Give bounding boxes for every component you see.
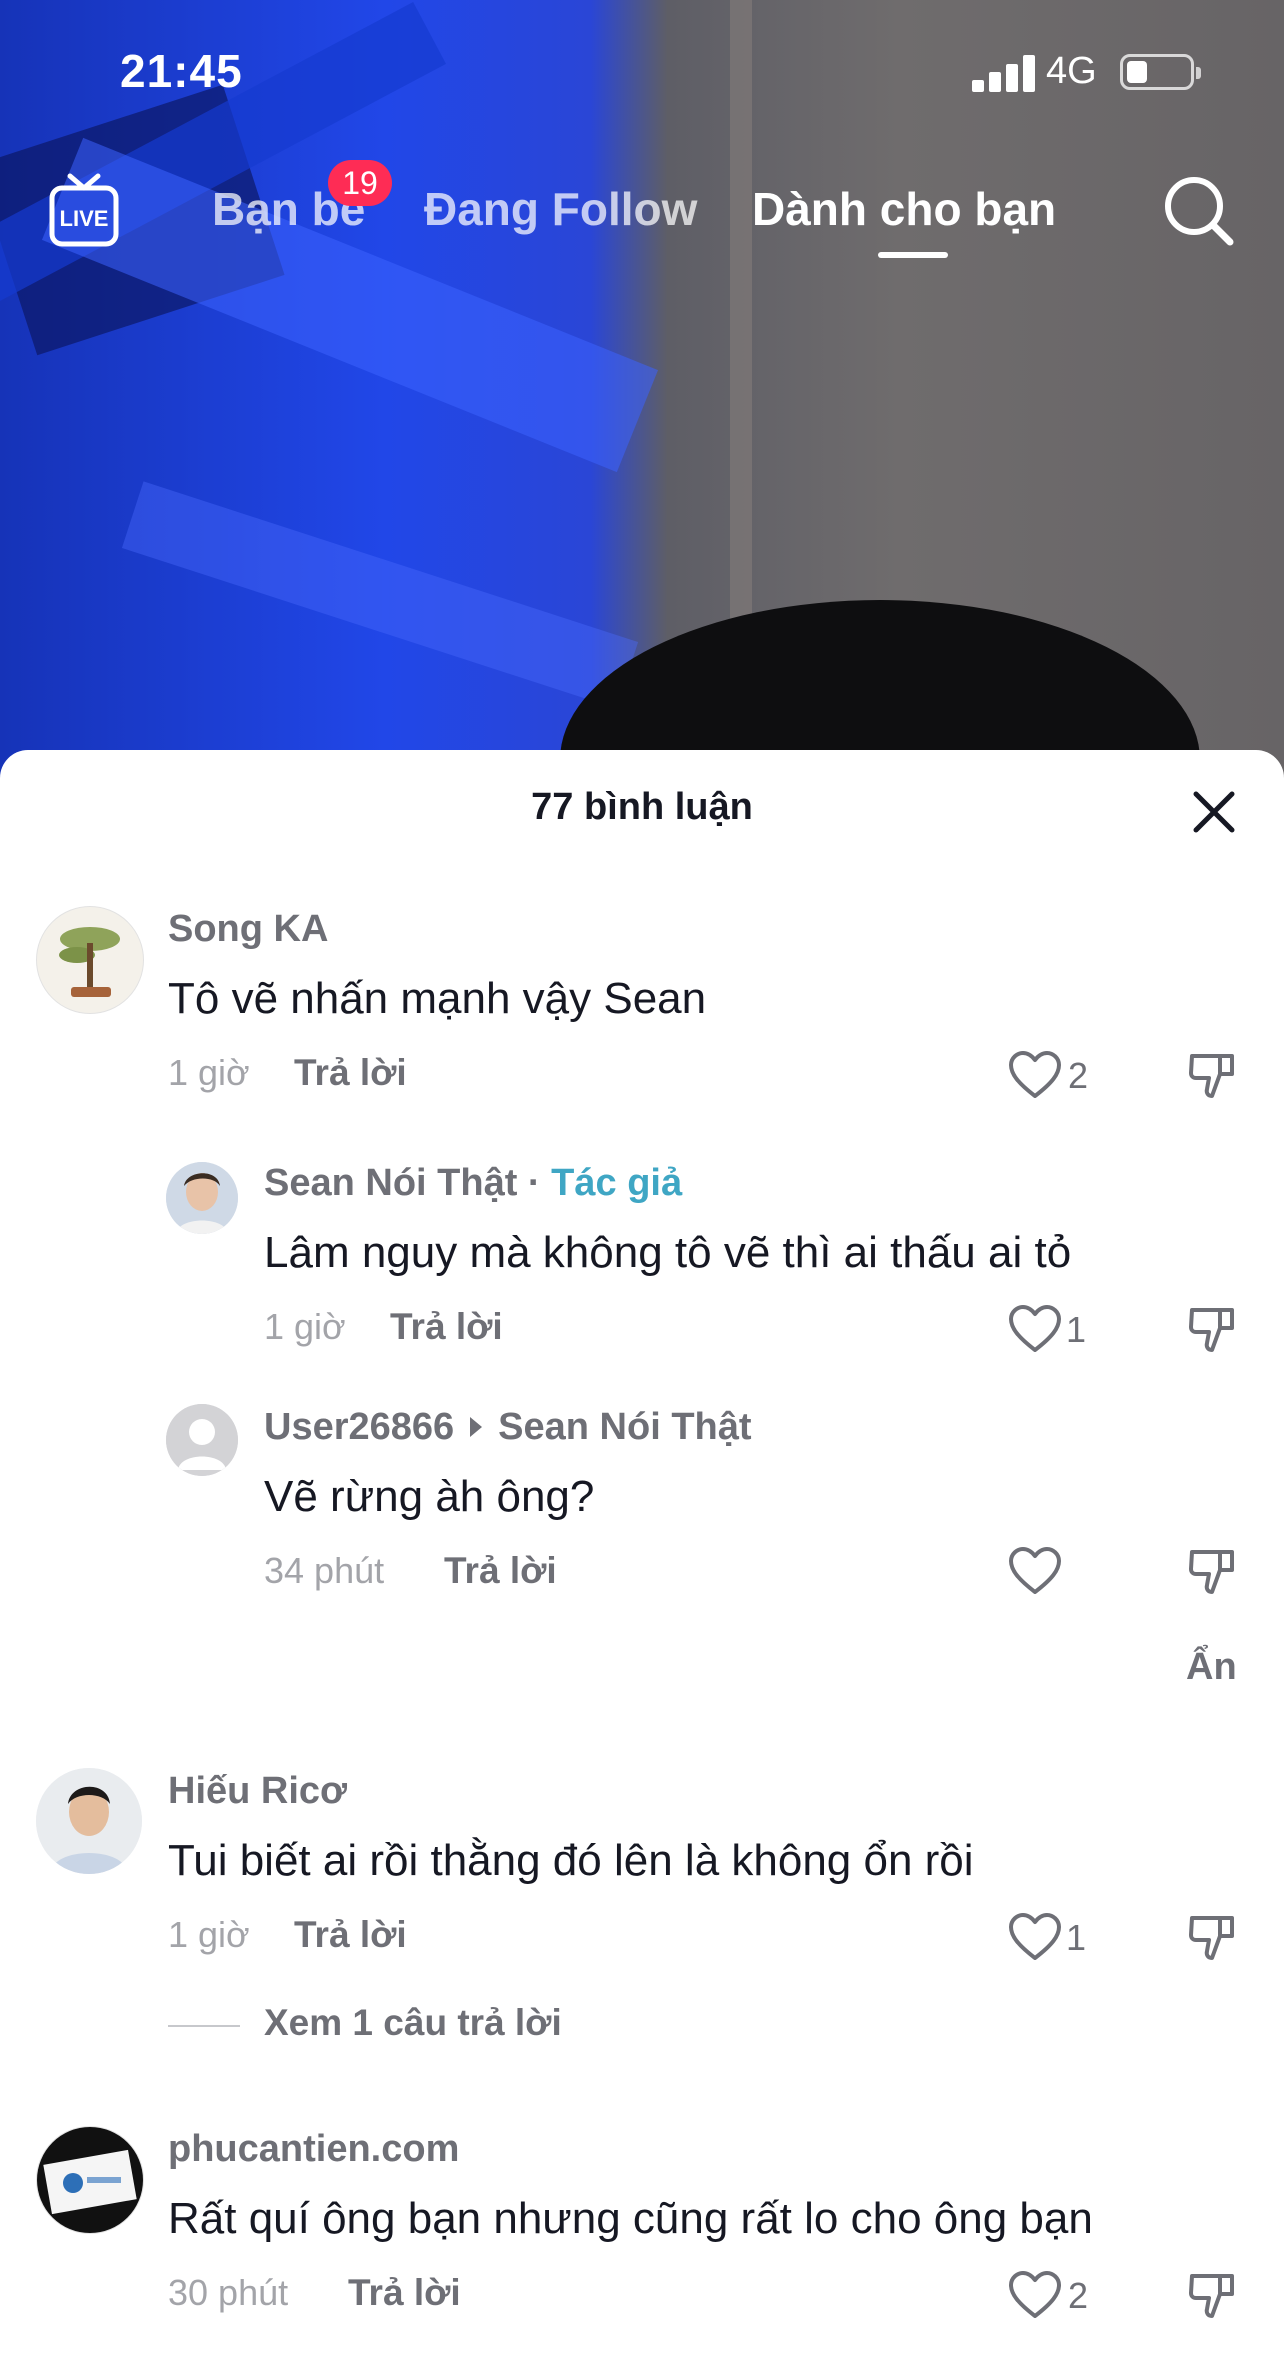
view-replies-button[interactable]: Xem 1 câu trả lời [264, 2002, 562, 2044]
reply-button[interactable]: Trả lời [390, 1306, 503, 1348]
reply-button[interactable]: Trả lời [294, 1052, 407, 1094]
status-time: 21:45 [120, 45, 243, 97]
comment-text: Tô vẽ nhấn mạnh vậy Sean [168, 974, 707, 1023]
dislike-icon[interactable] [1186, 1546, 1238, 1598]
default-avatar[interactable] [166, 1404, 238, 1476]
reply-arrow-icon [470, 1417, 483, 1438]
comments-count-title: 77 bình luận [531, 786, 753, 828]
reply-button[interactable]: Trả lời [444, 1550, 557, 1592]
network-type: 4G [1046, 50, 1097, 92]
avatar[interactable] [36, 1768, 142, 1874]
comments-sheet: 77 bình luận Song KA Tô vẽ nhấn mạnh vậy… [0, 750, 1284, 2379]
reply-to-username[interactable]: Sean Nói Thật [498, 1406, 751, 1448]
author-tag: Tác giả [551, 1162, 683, 1204]
heart-icon[interactable] [1008, 1912, 1062, 1962]
search-icon[interactable] [1162, 174, 1236, 248]
heart-icon[interactable] [1008, 1546, 1062, 1596]
reply-button[interactable]: Trả lời [348, 2272, 461, 2314]
like-count: 1 [1066, 1917, 1087, 1958]
dislike-icon[interactable] [1186, 2270, 1238, 2322]
separator-dot: · [517, 1162, 552, 1204]
comment-time: 1 giờ [168, 1914, 250, 1955]
avatar[interactable] [36, 906, 144, 1014]
reply-username-with-author-tag: Sean Nói Thật · Tác giả [264, 1162, 682, 1205]
cellular-signal-icon [972, 54, 1036, 92]
hide-replies-button[interactable]: Ẩn [1186, 1646, 1237, 1689]
comment-username[interactable]: phucantien.com [168, 2128, 459, 2171]
tab-following[interactable]: Đang Follow [424, 182, 697, 236]
like-count: 1 [1066, 1309, 1087, 1350]
live-icon[interactable]: LIVE [48, 170, 120, 250]
like-count: 2 [1068, 2275, 1089, 2316]
reply-username-with-target: User26866 Sean Nói Thật [264, 1406, 752, 1449]
comment-time: 30 phút [168, 2272, 289, 2313]
like-count: 2 [1068, 1055, 1089, 1096]
heart-icon[interactable] [1008, 2270, 1062, 2320]
active-tab-indicator [878, 252, 948, 258]
live-icon-label: LIVE [60, 206, 109, 231]
reply-button[interactable]: Trả lời [294, 1914, 407, 1956]
avatar[interactable] [166, 1162, 238, 1234]
tab-for-you[interactable]: Dành cho bạn [752, 182, 1056, 236]
reply-text: Lâm nguy mà không tô vẽ thì ai thấu ai t… [264, 1228, 1072, 1277]
reply-time: 1 giờ [264, 1306, 346, 1347]
comment-username[interactable]: Song KA [168, 908, 328, 951]
dislike-icon[interactable] [1186, 1304, 1238, 1356]
heart-icon[interactable] [1008, 1304, 1062, 1354]
reply-time: 34 phút [264, 1550, 385, 1591]
reply-username[interactable]: User26866 [264, 1406, 454, 1448]
battery-icon [1120, 54, 1201, 90]
reply-username[interactable]: Sean Nói Thật [264, 1162, 517, 1204]
heart-icon[interactable] [1008, 1050, 1062, 1100]
comment-time: 1 giờ [168, 1052, 250, 1093]
comment-username[interactable]: Hiếu Ricơ [168, 1770, 347, 1813]
avatar[interactable] [36, 2126, 144, 2234]
top-navigation: LIVE Bạn bè 19 Đang Follow Dành cho bạn [0, 160, 1284, 270]
dislike-icon[interactable] [1186, 1912, 1238, 1964]
video-beam [121, 481, 639, 709]
friends-notification-badge: 19 [328, 160, 392, 206]
comment-text: Tui biết ai rồi thằng đó lên là không ổn… [168, 1836, 974, 1885]
close-icon[interactable] [1186, 784, 1242, 840]
status-bar: 21:45 4G [0, 0, 1284, 140]
dislike-icon[interactable] [1186, 1050, 1238, 1102]
reply-text: Vẽ rừng àh ông? [264, 1472, 595, 1521]
comment-text: Rất quí ông bạn nhưng cũng rất lo cho ôn… [168, 2194, 1093, 2243]
divider-line [168, 2025, 240, 2027]
